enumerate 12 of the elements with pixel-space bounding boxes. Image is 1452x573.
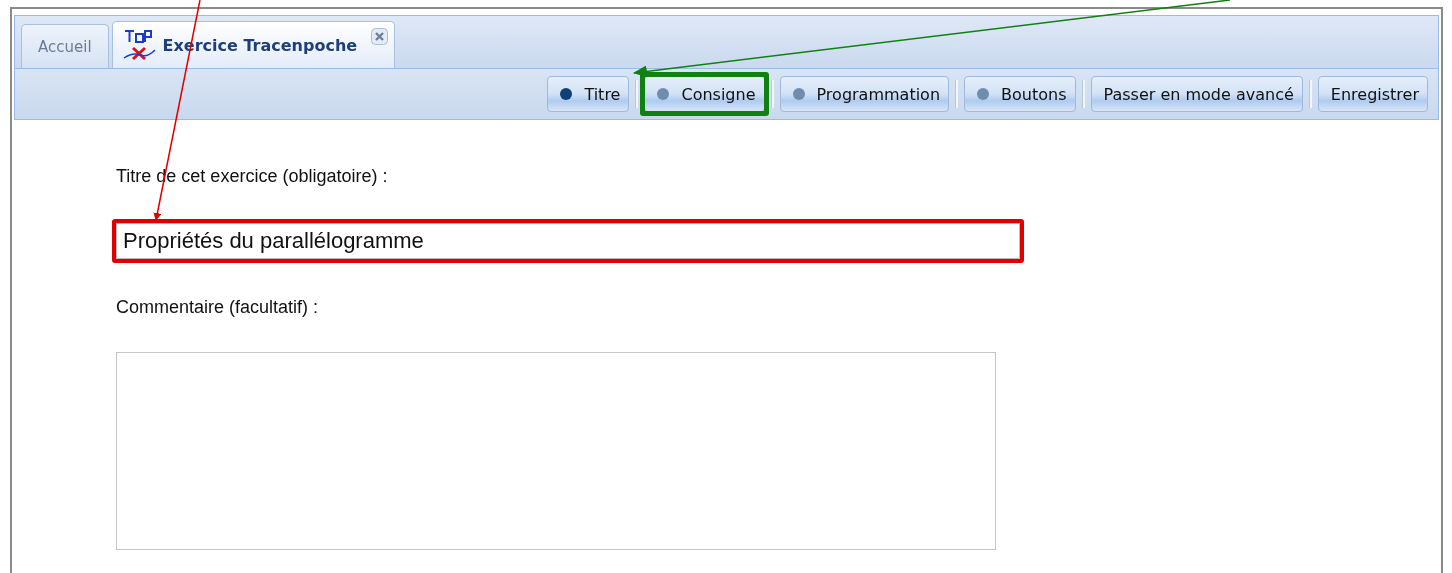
comment-field[interactable] <box>116 352 996 550</box>
logo-icon <box>122 28 157 62</box>
toolbar-button[interactable]: Consigne <box>644 76 765 112</box>
toolbar-button[interactable]: Boutons <box>964 76 1076 112</box>
toolbar-button[interactable]: Passer en mode avancé <box>1090 76 1303 112</box>
toolbar-button[interactable]: Titre <box>547 76 630 112</box>
toolbar-button[interactable]: Enregistrer <box>1317 76 1428 112</box>
title-field[interactable]: Propriétés du parallélogramme <box>116 223 1020 259</box>
field-label: Commentaire (facultatif) : <box>116 297 320 318</box>
toolbar-button[interactable]: Programmation <box>779 76 950 112</box>
close-icon[interactable] <box>371 28 389 45</box>
tab[interactable]: Accueil <box>21 24 109 68</box>
